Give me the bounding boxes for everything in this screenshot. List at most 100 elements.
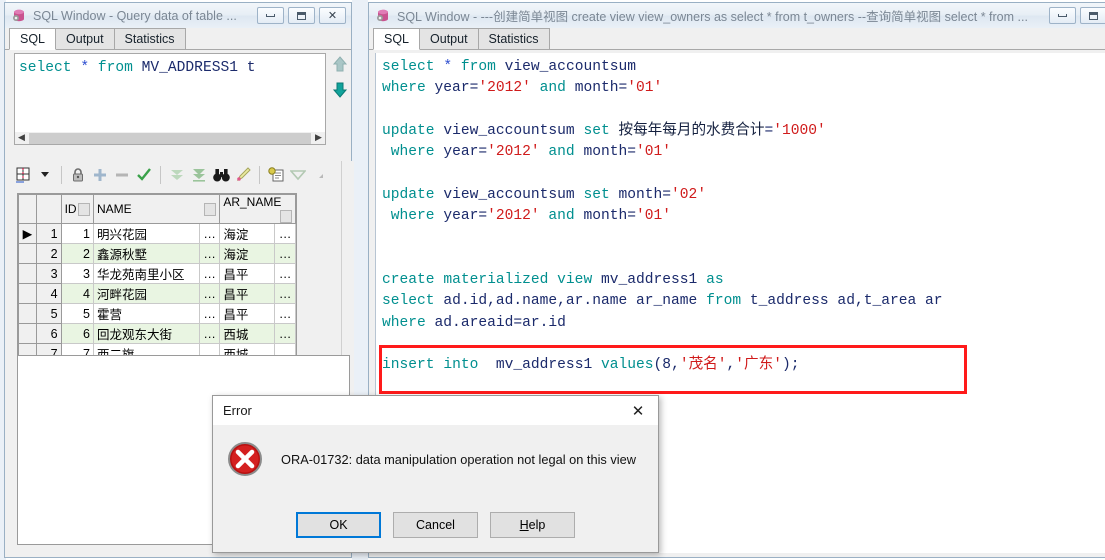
cell-name[interactable]: 明兴花园 (93, 223, 200, 244)
cell-overflow-indicator[interactable]: … (198, 243, 221, 264)
column-resize-grip[interactable] (204, 203, 217, 216)
cell-ar-name[interactable]: 昌平 (219, 263, 276, 284)
row-selector-cell[interactable] (18, 263, 37, 284)
cell-overflow-indicator[interactable]: … (198, 303, 221, 324)
code-token: year (434, 80, 470, 97)
row-selector-cell[interactable] (18, 283, 37, 304)
cell-id[interactable]: 1 (60, 223, 95, 244)
grid-body[interactable]: ▶ 1 1 明兴花园… 海淀… 2 2 鑫源秋墅… 海淀… 3 3 华龙苑南里小区… 昌平… 4 4 河畔花园… (18, 223, 296, 364)
filter-arrow-icon[interactable] (288, 165, 308, 185)
remove-row-icon[interactable] (112, 165, 132, 185)
export-bottom-icon[interactable] (189, 165, 209, 185)
ok-button[interactable]: OK (296, 512, 381, 538)
cell-ar-name[interactable]: 海淀 (219, 223, 276, 244)
table-row[interactable]: 4 4 河畔花园… 昌平… (18, 283, 296, 304)
cell-ar-name[interactable]: 西城 (219, 323, 276, 344)
grid-header-id-label: ID (64, 202, 77, 216)
find-binoculars-icon[interactable] (211, 165, 231, 185)
left-editor-nav-arrows[interactable] (330, 55, 350, 125)
scroll-left-arrow-icon[interactable]: ◀ (15, 133, 28, 144)
grid-header-name[interactable]: NAME (92, 194, 221, 224)
cell-name[interactable]: 华龙苑南里小区 (93, 263, 200, 284)
tab-output[interactable]: Output (55, 28, 115, 49)
export-down-icon[interactable] (167, 165, 187, 185)
row-selector-cell[interactable] (18, 243, 37, 264)
cell-overflow-indicator[interactable]: … (198, 283, 221, 304)
code-token: = (478, 208, 488, 225)
code-token: values (600, 357, 654, 374)
grid-header-selector[interactable] (18, 194, 37, 224)
cell-overflow-indicator[interactable]: … (198, 323, 221, 344)
cell-name[interactable]: 回龙观东大街 (93, 323, 200, 344)
tab-sql[interactable]: SQL (373, 28, 421, 50)
table-row[interactable]: 3 3 华龙苑南里小区… 昌平… (18, 263, 296, 284)
cell-overflow-indicator[interactable]: … (274, 303, 296, 324)
code-line: update view_accountsum set 按每年每月的水费合计='1… (382, 121, 1105, 142)
cell-ar-name[interactable]: 昌平 (219, 303, 276, 324)
cell-name[interactable]: 霍营 (93, 303, 200, 324)
cell-overflow-indicator[interactable]: … (198, 263, 221, 284)
dropdown-arrow-icon[interactable] (35, 165, 55, 185)
tab-statistics[interactable]: Statistics (113, 28, 186, 49)
column-resize-grip[interactable] (280, 210, 292, 223)
cell-id[interactable]: 2 (60, 243, 95, 264)
table-row[interactable]: 6 6 回龙观东大街… 西城… (18, 323, 296, 344)
column-resize-grip[interactable] (78, 203, 90, 216)
highlight-pencil-icon[interactable] (233, 165, 253, 185)
help-button[interactable]: Help (490, 512, 575, 538)
maximize-icon[interactable] (1080, 7, 1105, 24)
row-selector-cell[interactable] (18, 323, 37, 344)
cell-name[interactable]: 河畔花园 (93, 283, 200, 304)
cell-ar-name[interactable]: 昌平 (219, 283, 276, 304)
tab-statistics[interactable]: Statistics (477, 28, 550, 49)
left-sql-editor[interactable]: select * from MV_ADDRESS1 t (14, 53, 326, 144)
cell-id[interactable]: 4 (60, 283, 95, 304)
cancel-button[interactable]: Cancel (393, 512, 478, 538)
lock-icon[interactable] (68, 165, 88, 185)
left-window-titlebar[interactable]: SQL Window - Query data of table ... ✕ (5, 3, 351, 28)
table-row[interactable]: 5 5 霍营… 昌平… (18, 303, 296, 324)
cell-overflow-indicator[interactable]: … (274, 243, 296, 264)
copy-to-clipboard-icon[interactable] (266, 165, 286, 185)
right-tabstrip[interactable]: SQL Output Statistics (369, 28, 1105, 50)
table-row[interactable]: 2 2 鑫源秋墅… 海淀… (18, 243, 296, 264)
row-selector-cell[interactable] (18, 303, 37, 324)
tab-output[interactable]: Output (419, 28, 479, 49)
minimize-icon[interactable] (1049, 7, 1076, 24)
grid-header-arname[interactable]: AR_NAME (219, 194, 296, 224)
scroll-right-arrow-icon[interactable]: ▶ (312, 133, 325, 144)
grid-header-id[interactable]: ID (60, 194, 95, 224)
left-tabstrip[interactable]: SQL Output Statistics (5, 28, 351, 50)
cell-overflow-indicator[interactable]: … (274, 263, 296, 284)
grid-size-icon[interactable] (13, 165, 33, 185)
cell-overflow-indicator[interactable]: … (198, 223, 221, 244)
cell-id[interactable]: 3 (60, 263, 95, 284)
result-grid[interactable]: ID NAME AR_NAME ▶ 1 1 明兴花园… 海淀… 2 2 鑫源秋墅… (17, 193, 297, 365)
maximize-icon[interactable] (288, 7, 315, 24)
table-row[interactable]: ▶ 1 1 明兴花园… 海淀… (18, 223, 296, 244)
close-icon[interactable]: ✕ (319, 7, 346, 24)
row-selector-cell[interactable]: ▶ (18, 223, 37, 244)
add-row-icon[interactable] (90, 165, 110, 185)
error-dialog[interactable]: Error ✕ ORA-01732: data manipulation ope… (212, 395, 659, 553)
close-icon[interactable]: ✕ (618, 397, 658, 425)
left-editor-hscrollbar[interactable]: ◀ ▶ (14, 132, 326, 145)
hscroll-thumb[interactable] (29, 132, 311, 144)
cell-name[interactable]: 鑫源秋墅 (93, 243, 200, 264)
cell-id[interactable]: 5 (60, 303, 95, 324)
commit-check-icon[interactable] (134, 165, 154, 185)
grid-toolbar[interactable] (13, 161, 353, 189)
cell-overflow-indicator[interactable]: … (274, 223, 296, 244)
tab-sql[interactable]: SQL (9, 28, 57, 50)
cell-id[interactable]: 6 (60, 323, 95, 344)
right-window-titlebar[interactable]: SQL Window - ---创建简单视图 create view view_… (369, 3, 1105, 28)
cell-overflow-indicator[interactable]: … (274, 323, 296, 344)
minimize-icon[interactable] (257, 7, 284, 24)
right-window-controls[interactable] (1049, 7, 1105, 24)
cell-ar-name[interactable]: 海淀 (219, 243, 276, 264)
error-dialog-titlebar[interactable]: Error ✕ (213, 396, 658, 425)
error-dialog-buttons[interactable]: OK Cancel Help (213, 512, 658, 538)
left-window-controls[interactable]: ✕ (257, 7, 351, 24)
cell-overflow-indicator[interactable]: … (274, 283, 296, 304)
